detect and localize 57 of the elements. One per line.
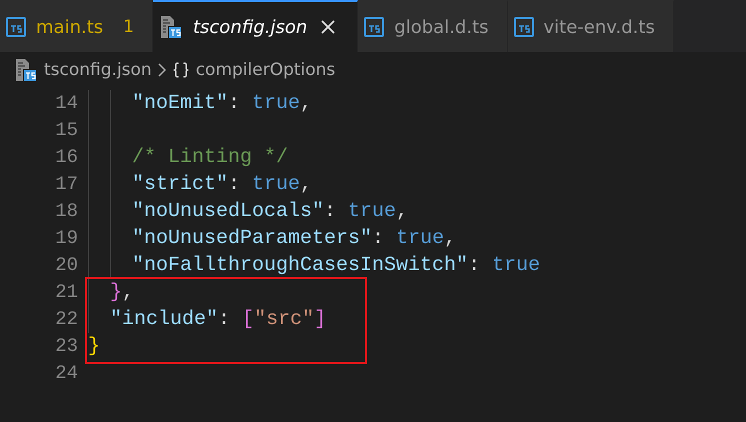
code-token: : [218, 307, 232, 333]
code-token: : [324, 199, 338, 225]
typescript-file-icon [6, 17, 26, 37]
tab-label: tsconfig.json [192, 16, 308, 38]
code-token: true [348, 199, 396, 225]
config-file-icon [14, 58, 38, 82]
line-number: 23 [55, 334, 78, 359]
code-token: /* Linting */ [132, 145, 288, 171]
breadcrumb-item[interactable]: tsconfig.json [44, 60, 152, 80]
code-token: "noFallthroughCasesInSwitch" [132, 253, 468, 279]
line-number: 21 [55, 280, 78, 305]
code-token: } [88, 334, 100, 360]
code-token: , [300, 172, 312, 198]
code-token: true [396, 226, 444, 252]
problem-count: 1 [123, 17, 134, 37]
line-number: 18 [55, 199, 78, 224]
line-number: 14 [55, 91, 78, 116]
editor-tab[interactable]: tsconfig.json [152, 0, 358, 52]
line-number: 20 [55, 253, 78, 278]
chevron-icon [158, 63, 166, 77]
braces-icon [172, 61, 190, 79]
code-token: : [228, 91, 242, 117]
code-token: "noEmit" [132, 91, 228, 117]
code-token: [ [242, 307, 254, 333]
line-number: 19 [55, 226, 78, 251]
code-token: , [444, 226, 456, 252]
code-token: "src" [254, 307, 314, 333]
code-token: , [396, 199, 408, 225]
typescript-file-icon [514, 17, 534, 37]
editor-tab[interactable]: main.ts 1 [0, 0, 153, 52]
line-number: 24 [55, 361, 78, 386]
line-number: 16 [55, 145, 78, 170]
code-token: "noUnusedLocals" [132, 199, 324, 225]
line-number: 15 [55, 118, 78, 143]
code-token: "noUnusedParameters" [132, 226, 372, 252]
config-file-icon [158, 15, 183, 39]
editor-tab[interactable]: vite-env.d.ts [508, 0, 674, 52]
code-token: , [300, 91, 312, 117]
line-number: 17 [55, 172, 78, 197]
code-token: : [468, 253, 482, 279]
code-token: true [252, 91, 300, 117]
tab-label: vite-env.d.ts [544, 16, 655, 38]
code-token: true [252, 172, 300, 198]
code-token: true [492, 253, 540, 279]
typescript-file-icon [364, 17, 384, 37]
tab-label: global.d.ts [394, 16, 488, 38]
code-token: "strict" [132, 172, 228, 198]
editor-tab[interactable]: global.d.ts [358, 0, 508, 52]
tab-label: main.ts [36, 16, 104, 38]
breadcrumb-item[interactable]: compilerOptions [196, 60, 336, 80]
code-token: } [110, 280, 122, 306]
code-token: , [122, 280, 134, 306]
code-token: : [372, 226, 386, 252]
code-token: "include" [110, 307, 218, 333]
code-token: : [228, 172, 242, 198]
line-number: 22 [55, 307, 78, 332]
code-token: ] [314, 307, 326, 333]
